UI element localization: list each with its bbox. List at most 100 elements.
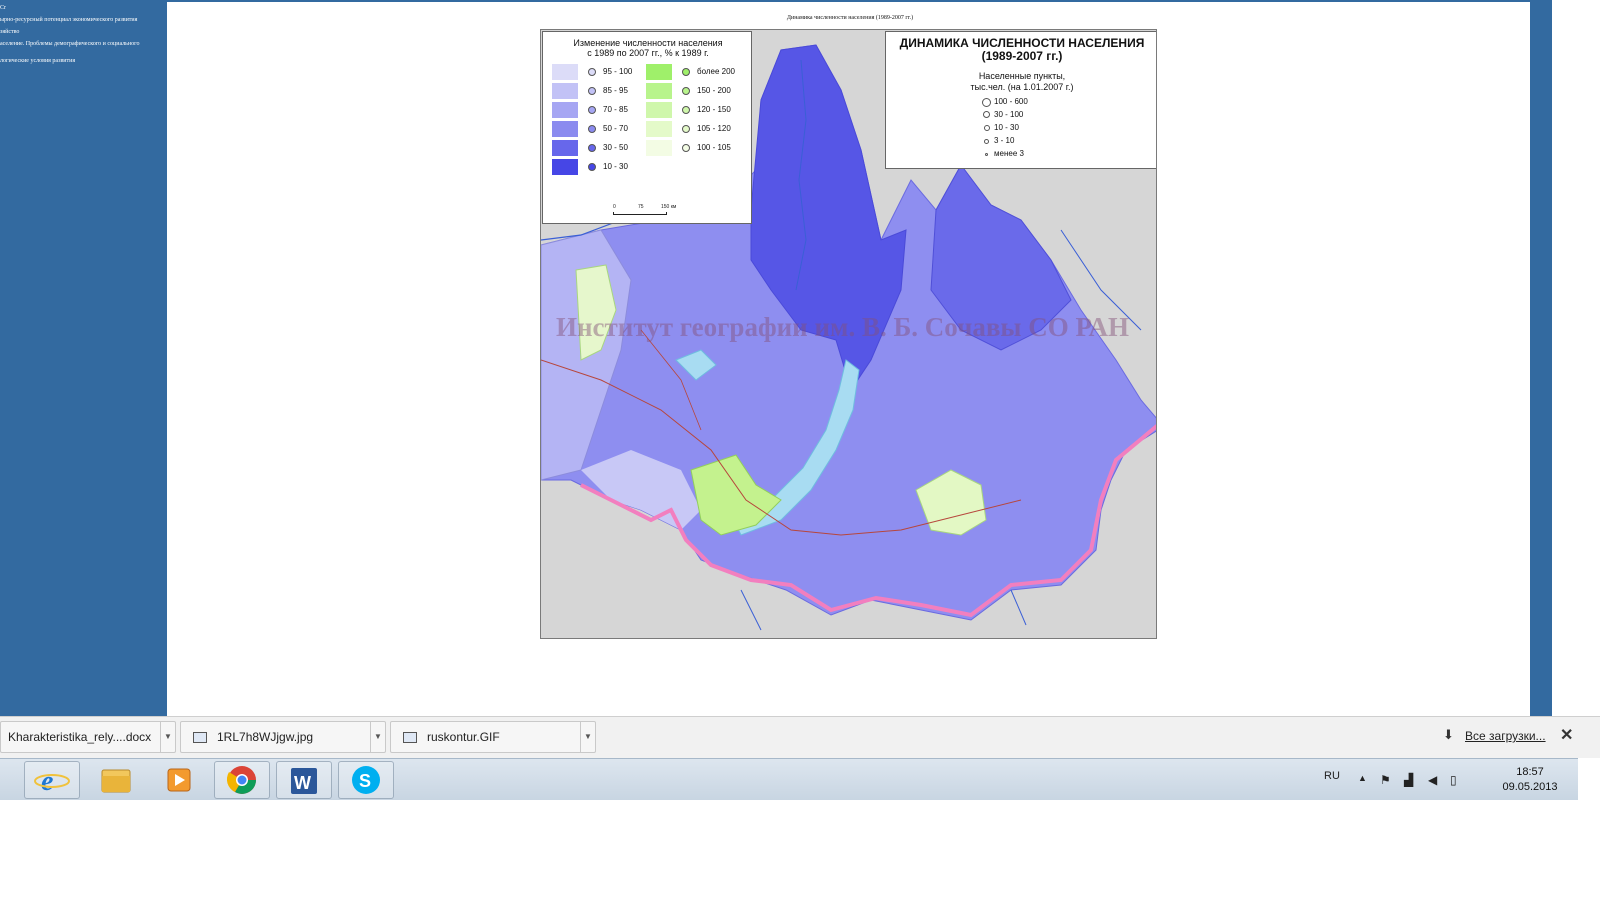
download-item-jpg[interactable]: 1RL7h8WJjgw.jpg ▼ xyxy=(180,721,386,753)
settlement-size-label: 30 - 100 xyxy=(994,110,1024,119)
legend-label: 150 - 200 xyxy=(697,86,731,95)
media-player-icon xyxy=(167,768,191,792)
legend-swatch xyxy=(552,140,578,156)
download-item-docx[interactable]: Kharakteristika_rely....docx ▼ xyxy=(0,721,176,753)
legend-swatch xyxy=(552,159,578,175)
legend-dot-icon xyxy=(682,87,690,95)
settlement-size-label: 10 - 30 xyxy=(994,123,1019,132)
show-all-downloads-link[interactable]: Все загрузки... xyxy=(1465,729,1546,743)
settlement-size-label: менее 3 xyxy=(994,149,1024,158)
nav-link-3[interactable]: зяйство xyxy=(0,28,19,36)
svg-text:W: W xyxy=(294,773,311,793)
settlements-subtitle-line1: Населенные пункты, xyxy=(978,71,1066,81)
nav-link-2[interactable]: ырно-ресурсный потенциал экономического … xyxy=(0,16,137,24)
chevron-down-icon[interactable]: ▼ xyxy=(580,722,595,752)
circle-icon xyxy=(984,125,990,131)
download-item-name: 1RL7h8WJjgw.jpg xyxy=(217,730,314,744)
legend-swatch xyxy=(646,140,672,156)
map-main-title: ДИНАМИКА ЧИСЛЕННОСТИ НАСЕЛЕНИЯ (1989-200… xyxy=(886,37,1156,63)
network-icon[interactable]: ▟ xyxy=(1404,773,1413,787)
nav-link-5[interactable]: логические условия развития xyxy=(0,57,75,65)
start-orb-icon xyxy=(0,761,8,799)
taskbar-file-explorer[interactable] xyxy=(88,761,144,799)
legend-dot-icon xyxy=(682,68,690,76)
flag-icon[interactable]: ⚑ xyxy=(1380,773,1391,787)
taskbar-media-player[interactable] xyxy=(152,761,208,799)
chevron-down-icon[interactable]: ▼ xyxy=(370,722,385,752)
show-hidden-icons-icon[interactable]: ▲ xyxy=(1358,773,1367,783)
taskbar-word[interactable]: W xyxy=(276,761,332,799)
legend-population-change: Изменение численности населения с 1989 п… xyxy=(542,31,752,224)
download-item-gif[interactable]: ruskontur.GIF ▼ xyxy=(390,721,596,753)
legend-label: 50 - 70 xyxy=(603,124,628,133)
legend-label: 100 - 105 xyxy=(697,143,731,152)
close-icon[interactable]: ✕ xyxy=(1560,725,1573,745)
legend-label: 30 - 50 xyxy=(603,143,628,152)
taskbar-internet-explorer[interactable]: e xyxy=(24,761,80,799)
legend-swatch xyxy=(552,102,578,118)
downloads-bar: Kharakteristika_rely....docx ▼ 1RL7h8WJj… xyxy=(0,716,1600,758)
left-nav-panel: Cr ырно-ресурсный потенциал экономическо… xyxy=(0,0,167,716)
legend-swatch xyxy=(552,121,578,137)
legend-dot-icon xyxy=(682,144,690,152)
circle-icon xyxy=(983,111,990,118)
legend-label: 10 - 30 xyxy=(603,162,628,171)
document-title: Динамика численности населения (1989-200… xyxy=(786,15,914,21)
legend-dot-icon xyxy=(588,87,596,95)
folder-icon xyxy=(101,769,131,793)
legend-label: 85 - 95 xyxy=(603,86,628,95)
word-icon: W xyxy=(291,768,317,794)
scale-tick-150: 150 км xyxy=(661,204,677,210)
circle-icon xyxy=(985,153,988,156)
legend-dot-icon xyxy=(682,106,690,114)
legend-label: 95 - 100 xyxy=(603,67,633,76)
settlements-subtitle: Населенные пункты, тыс.чел. (на 1.01.200… xyxy=(886,71,1156,93)
legend-change-title-line1: Изменение численности населения xyxy=(573,38,723,48)
legend-dot-icon xyxy=(588,144,596,152)
internet-explorer-icon: e xyxy=(34,766,70,797)
clock-time: 18:57 xyxy=(1516,766,1544,778)
start-button[interactable] xyxy=(0,761,8,799)
nav-link-4[interactable]: аселение. Проблемы демографического и со… xyxy=(0,40,139,48)
svg-text:S: S xyxy=(359,771,371,791)
legend-swatch xyxy=(646,64,672,80)
image-file-icon xyxy=(403,732,417,743)
legend-swatch xyxy=(646,83,672,99)
skype-icon: S xyxy=(352,766,380,794)
right-border-bar xyxy=(1530,0,1552,716)
nav-link-1[interactable]: Cr xyxy=(0,4,6,12)
settlements-subtitle-line2: тыс.чел. (на 1.01.2007 г.) xyxy=(970,82,1074,92)
circle-icon xyxy=(984,139,989,144)
volume-icon[interactable]: ◀ xyxy=(1428,773,1437,787)
legend-label: более 200 xyxy=(697,67,735,76)
settlement-size-label: 3 - 10 xyxy=(994,136,1015,145)
scale-bar: 0 75 150 км xyxy=(613,204,683,224)
scale-line xyxy=(613,212,667,215)
legend-dot-icon xyxy=(588,68,596,76)
legend-settlements: ДИНАМИКА ЧИСЛЕННОСТИ НАСЕЛЕНИЯ (1989-200… xyxy=(885,31,1156,169)
legend-dot-icon xyxy=(588,106,596,114)
scale-tick-75: 75 xyxy=(638,204,644,210)
legend-label: 105 - 120 xyxy=(697,124,731,133)
legend-dot-icon xyxy=(588,163,596,171)
download-item-name: ruskontur.GIF xyxy=(427,730,500,744)
language-indicator[interactable]: RU xyxy=(1324,770,1340,782)
legend-swatch xyxy=(646,102,672,118)
circle-icon xyxy=(982,98,991,107)
svg-text:e: e xyxy=(41,766,53,797)
scale-tick-0: 0 xyxy=(613,204,616,210)
legend-swatch xyxy=(552,83,578,99)
legend-dot-icon xyxy=(588,125,596,133)
clock[interactable]: 18:57 09.05.2013 xyxy=(1500,765,1560,795)
taskbar-skype[interactable]: S xyxy=(338,761,394,799)
legend-change-title-line2: с 1989 по 2007 гг., % к 1989 г. xyxy=(587,48,709,58)
chevron-down-icon[interactable]: ▼ xyxy=(160,722,175,752)
download-item-name: Kharakteristika_rely....docx xyxy=(8,730,152,744)
image-file-icon xyxy=(193,732,207,743)
taskbar-chrome[interactable] xyxy=(214,761,270,799)
legend-dot-icon xyxy=(682,125,690,133)
power-icon[interactable]: ▯ xyxy=(1450,773,1457,787)
legend-swatch xyxy=(646,121,672,137)
settlement-size-label: 100 - 600 xyxy=(994,97,1028,106)
windows-taskbar: e W S RU ▲ ⚑ ▟ ◀ ▯ 18:57 09.05.2013 xyxy=(0,758,1578,800)
